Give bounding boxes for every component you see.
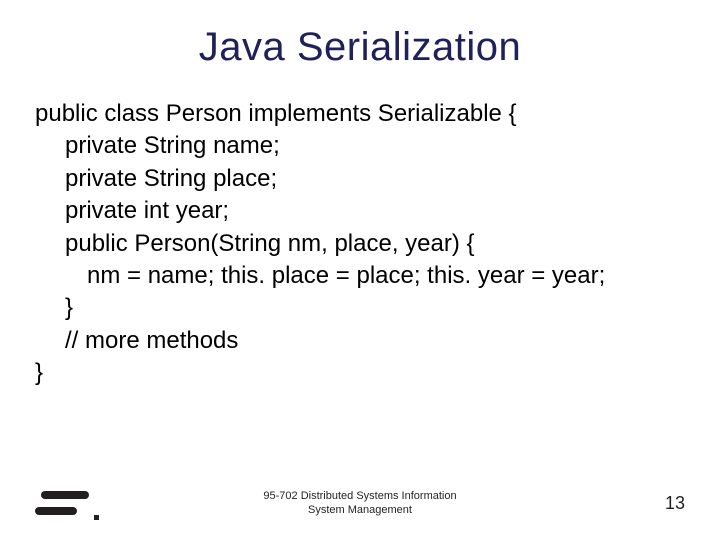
logo-dot [94,515,99,520]
course-line-1: 95-702 Distributed Systems Information [230,489,490,503]
code-line-2: private String name; [35,130,685,162]
code-line-4: private int year; [35,195,685,227]
code-line-8: // more methods [35,325,685,357]
code-line-7: } [35,292,685,324]
course-label: 95-702 Distributed Systems Information S… [230,489,490,518]
logo-icon [35,484,95,522]
footer: 95-702 Distributed Systems Information S… [0,484,720,522]
slide: Java Serialization public class Person i… [0,0,720,540]
code-block: public class Person implements Serializa… [35,98,685,390]
code-line-3: private String place; [35,163,685,195]
code-line-9: } [35,357,685,389]
slide-title: Java Serialization [35,25,685,70]
course-line-2: System Management [230,503,490,517]
code-line-5: public Person(String nm, place, year) { [35,228,685,260]
code-line-1: public class Person implements Serializa… [35,98,685,130]
code-line-6: nm = name; this. place = place; this. ye… [35,260,685,292]
page-number: 13 [665,493,685,514]
logo-bar-bottom [35,507,77,515]
logo-bar-top [41,491,89,499]
